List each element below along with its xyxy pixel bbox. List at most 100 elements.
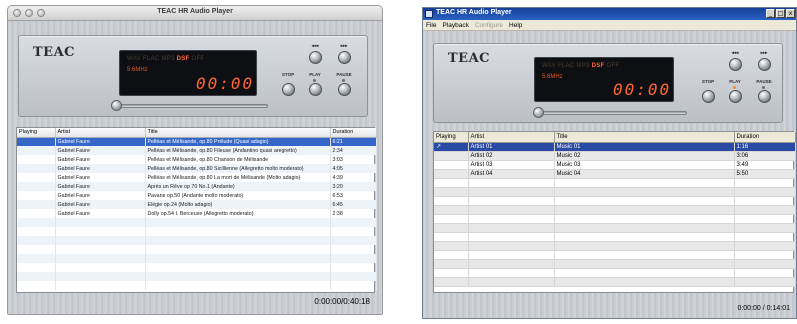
playlist[interactable]: Playing Artist Title Duration Gabriel Fa…: [16, 127, 377, 293]
track-duration: 6:45: [330, 200, 377, 209]
track-playing-indicator: [434, 169, 469, 179]
empty-cell: [468, 277, 555, 287]
format-indicator: WAV FLAC MP3 DSF OFF: [542, 63, 619, 69]
mac-title-bar[interactable]: TEAC HR Audio Player: [8, 6, 382, 21]
track-duration: 3:06: [734, 151, 796, 161]
brand-logo: TEAC: [448, 51, 491, 66]
track-row[interactable]: Gabriel Faure Pelléas et Mélisande, op.80…: [17, 155, 377, 164]
seek-slider-knob[interactable]: [533, 107, 544, 118]
empty-cell: [468, 205, 555, 215]
play-button[interactable]: [309, 83, 322, 96]
empty-cell: [145, 227, 331, 236]
close-window-button[interactable]: x: [786, 9, 795, 18]
track-row[interactable]: Gabriel Faure Pelléas et Mélisande, op.80…: [17, 146, 377, 155]
maximize-window-button[interactable]: □: [776, 9, 785, 18]
empty-cell: [330, 245, 377, 254]
track-title: Music 03: [554, 160, 735, 170]
column-header-artist[interactable]: Artist: [468, 132, 555, 143]
previous-track-button[interactable]: [309, 51, 322, 64]
track-row[interactable]: Gabriel Faure Pelléas et Mélisande, op.80…: [17, 164, 377, 173]
minimize-window-button[interactable]: _: [766, 9, 775, 18]
time-readout: 00:00: [196, 74, 255, 93]
track-row[interactable]: ↗ Artist 01 Music 01 1:16: [434, 142, 796, 152]
pause-label: PAUSE: [756, 79, 772, 84]
seek-slider-knob[interactable]: [111, 100, 122, 111]
track-duration: 4:05: [330, 164, 377, 173]
track-row[interactable]: Gabriel Faure Pelléas et Mélisande, op.80…: [17, 173, 377, 182]
empty-row: [17, 236, 377, 245]
menu-file[interactable]: File: [426, 20, 436, 30]
track-row[interactable]: Gabriel Faure Pelléas et Mélisande, op.80…: [17, 137, 377, 146]
pause-button[interactable]: [758, 90, 771, 103]
next-track-button[interactable]: [758, 58, 771, 71]
menu-playback[interactable]: Playback: [442, 20, 468, 30]
play-led-icon: [313, 79, 316, 82]
column-header-title[interactable]: Title: [554, 132, 735, 143]
play-led-icon: [733, 86, 736, 89]
window-controls: _ □ x: [766, 9, 795, 18]
playlist[interactable]: Playing Artist Title Duration ↗ Artist 01…: [433, 131, 796, 293]
empty-cell: [17, 218, 56, 227]
format-wav: WAV: [127, 56, 141, 62]
next-track-label: ▸▸▸: [760, 50, 768, 55]
column-header-duration[interactable]: Duration: [330, 128, 377, 138]
track-playing-indicator: [17, 200, 56, 209]
win-title-bar[interactable]: TEAC HR Audio Player _ □ x: [423, 8, 796, 20]
column-header-playing[interactable]: Playing: [434, 132, 469, 143]
empty-cell: [734, 259, 796, 269]
play-label: PLAY: [309, 72, 321, 77]
column-header-playing[interactable]: Playing: [17, 128, 56, 138]
menu-configure[interactable]: Configure: [475, 20, 503, 30]
app-icon[interactable]: [425, 10, 433, 18]
empty-row: [434, 250, 796, 260]
track-title: Elégie op.24 (Molto adagio): [145, 200, 331, 209]
empty-row: [434, 268, 796, 278]
empty-cell: [17, 236, 56, 245]
track-row[interactable]: Gabriel Faure Elégie op.24 (Molto adagio)…: [17, 200, 377, 209]
pause-led-icon: [762, 86, 765, 89]
empty-cell: [145, 263, 331, 272]
track-playing-indicator: [17, 191, 56, 200]
track-row[interactable]: Gabriel Faure Pavane op.50 (Andante molto…: [17, 191, 377, 200]
track-row[interactable]: Gabriel Faure Après un Rêve op 70 No.1 (A…: [17, 182, 377, 191]
seek-slider-track[interactable]: [116, 104, 268, 108]
empty-cell: [554, 178, 735, 188]
column-header-duration[interactable]: Duration: [734, 132, 796, 143]
track-duration: 2:34: [330, 146, 377, 155]
column-header-artist[interactable]: Artist: [55, 128, 146, 138]
empty-cell: [55, 281, 146, 290]
track-playing-indicator: ↗: [434, 142, 469, 152]
empty-row: [17, 281, 377, 290]
empty-cell: [734, 232, 796, 242]
stop-button[interactable]: [282, 83, 295, 96]
pause-button[interactable]: [338, 83, 351, 96]
track-row[interactable]: Artist 03 Music 03 3:49: [434, 160, 796, 170]
track-row[interactable]: Gabriel Faure Dolly op.54 I. Berceuse (Al…: [17, 209, 377, 218]
track-artist: Gabriel Faure: [55, 146, 146, 155]
play-label: PLAY: [729, 79, 741, 84]
next-track-button[interactable]: [338, 51, 351, 64]
empty-cell: [434, 196, 469, 206]
track-title: Pelléas et Mélisande, op.80 La mort de M…: [145, 173, 331, 182]
empty-cell: [734, 196, 796, 206]
empty-cell: [554, 232, 735, 242]
column-header-title[interactable]: Title: [145, 128, 331, 138]
track-title: Pelléas et Mélisande, op.80 Sicillienne …: [145, 164, 331, 173]
menu-help[interactable]: Help: [509, 20, 522, 30]
track-playing-indicator: [17, 146, 56, 155]
empty-cell: [554, 205, 735, 215]
track-duration: 5:50: [734, 169, 796, 179]
track-title: Après un Rêve op 70 No.1 (Andante): [145, 182, 331, 191]
format-off: OFF: [606, 63, 620, 69]
track-row[interactable]: Artist 04 Music 04 5:50: [434, 169, 796, 179]
window-title: TEAC HR Audio Player: [157, 8, 233, 15]
empty-row: [434, 214, 796, 224]
stop-button[interactable]: [702, 90, 715, 103]
empty-cell: [434, 187, 469, 197]
player-body: TEAC WAV FLAC MP3 DSF OFF 5.6MHz 00:00 ◂…: [423, 31, 796, 318]
seek-slider-track[interactable]: [537, 111, 687, 115]
previous-track-button[interactable]: [729, 58, 742, 71]
track-duration: 6:21: [330, 137, 377, 146]
play-button[interactable]: [729, 90, 742, 103]
track-row[interactable]: Artist 02 Music 02 3:06: [434, 151, 796, 161]
